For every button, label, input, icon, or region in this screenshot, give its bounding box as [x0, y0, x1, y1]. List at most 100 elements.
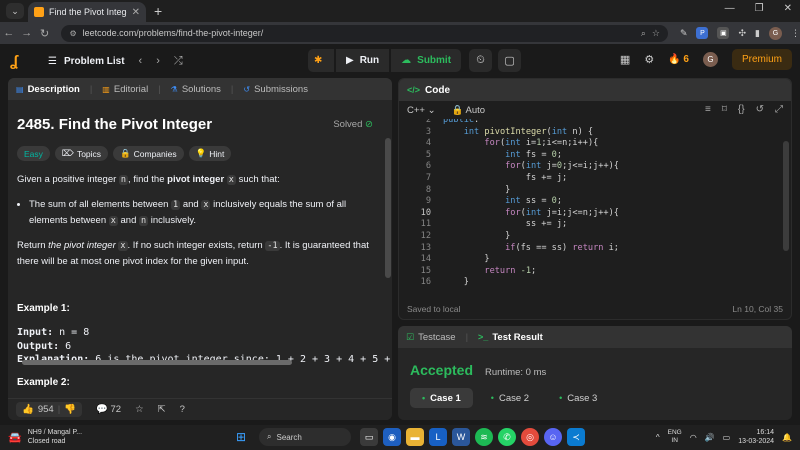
- code-line[interactable]: 12 }: [399, 231, 791, 243]
- chrome-icon[interactable]: ◎: [521, 428, 539, 446]
- code-line[interactable]: 3 int pivotInteger(int n) {: [399, 127, 791, 139]
- extensions-puzzle-icon[interactable]: ✣: [738, 28, 746, 39]
- format-icon[interactable]: ≡: [705, 104, 711, 115]
- task-view-icon[interactable]: ▭: [360, 428, 378, 446]
- file-explorer-icon[interactable]: ▬: [406, 428, 424, 446]
- case-tab-3[interactable]: • Case 3: [547, 388, 609, 408]
- layout-icon[interactable]: ▦: [620, 53, 630, 66]
- favorite-star-icon[interactable]: ☆: [135, 404, 144, 415]
- code-line[interactable]: 15 return -1;: [399, 266, 791, 278]
- thumbs-down-icon[interactable]: 👎: [64, 404, 76, 415]
- leetcode-logo-icon[interactable]: ʆ: [10, 53, 26, 70]
- address-bar[interactable]: ⚙ leetcode.com/problems/find-the-pivot-i…: [61, 24, 668, 42]
- timer-icon[interactable]: ⏲: [469, 49, 493, 72]
- notes-icon[interactable]: ▢: [498, 49, 522, 72]
- zoom-search-icon[interactable]: ⌕: [641, 28, 646, 39]
- back-icon[interactable]: ←: [0, 27, 18, 39]
- comments-button[interactable]: 💬 72: [96, 404, 121, 415]
- hint-tag[interactable]: 💡 Hint: [188, 146, 232, 161]
- profile-avatar[interactable]: G: [768, 26, 782, 40]
- tab-search-icon[interactable]: ⌄: [6, 3, 24, 19]
- topics-tag[interactable]: ⌦ Topics: [54, 146, 109, 161]
- autocomplete-toggle[interactable]: 🔒 Auto: [452, 105, 486, 116]
- code-line[interactable]: 13 if(fs == ss) return i;: [399, 243, 791, 255]
- code-line[interactable]: 4 for(int i=1;i<=n;i++){: [399, 138, 791, 150]
- code-line[interactable]: 14 }: [399, 254, 791, 266]
- scrollbar-thumb[interactable]: [22, 360, 292, 365]
- case-tab-1[interactable]: • Case 1: [410, 388, 473, 408]
- volume-icon[interactable]: 🔊: [705, 433, 715, 442]
- debug-button[interactable]: ✱: [308, 49, 334, 72]
- companies-tag[interactable]: 🔒 Companies: [113, 146, 184, 161]
- bookmark-star-icon[interactable]: ☆: [652, 28, 660, 39]
- app-l-icon[interactable]: L: [429, 428, 447, 446]
- vscode-icon[interactable]: ≺: [567, 428, 585, 446]
- browser-menu-icon[interactable]: ⋮: [791, 28, 800, 39]
- code-line[interactable]: 5 int fs = 0;: [399, 150, 791, 162]
- tab-test-result[interactable]: >_ Test Result: [478, 332, 543, 343]
- tab-submissions[interactable]: ↺ Submissions: [243, 84, 308, 95]
- braces-icon[interactable]: {}: [738, 104, 745, 115]
- settings-gear-icon[interactable]: ⚙: [644, 53, 654, 66]
- taskbar-search[interactable]: ⌕ Search: [259, 428, 351, 446]
- case-tab-2[interactable]: • Case 2: [479, 388, 541, 408]
- user-avatar[interactable]: G: [702, 52, 718, 67]
- close-tab-icon[interactable]: ✕: [132, 7, 140, 18]
- help-icon[interactable]: ?: [180, 404, 185, 415]
- discord-icon[interactable]: ☺: [544, 428, 562, 446]
- code-line[interactable]: 7 fs += j;: [399, 173, 791, 185]
- news-widget[interactable]: 🚘 NH9 / Mangal P... Closed road: [8, 428, 82, 446]
- code-line[interactable]: 10 for(int j=i;j<=n;j++){: [399, 208, 791, 220]
- tab-solutions[interactable]: ⚗ Solutions: [171, 84, 221, 95]
- code-line[interactable]: 2 public:: [399, 119, 791, 127]
- windows-start-icon[interactable]: ⊞: [232, 428, 250, 446]
- code-line[interactable]: 8 }: [399, 185, 791, 197]
- reload-icon[interactable]: ↻: [36, 27, 54, 40]
- forward-icon[interactable]: →: [18, 27, 36, 39]
- notification-bell-icon[interactable]: 🔔: [782, 433, 792, 442]
- sidebar-icon[interactable]: ▮: [755, 28, 760, 39]
- extension-pen-icon[interactable]: ✎: [680, 28, 688, 39]
- premium-button[interactable]: Premium: [731, 49, 792, 70]
- run-button[interactable]: ▶ Run: [336, 49, 390, 72]
- like-button[interactable]: 👍 954 | 👎: [16, 402, 83, 417]
- new-tab-icon[interactable]: +: [154, 3, 162, 19]
- share-icon[interactable]: ⇱: [158, 404, 166, 415]
- submit-button[interactable]: ☁ Submit: [391, 49, 462, 72]
- code-line[interactable]: 11 ss += j;: [399, 219, 791, 231]
- reset-icon[interactable]: ↺: [756, 104, 764, 115]
- whatsapp-icon[interactable]: ✆: [498, 428, 516, 446]
- extension-blue-icon[interactable]: P: [696, 27, 709, 39]
- tray-chevron-icon[interactable]: ^: [656, 433, 660, 442]
- bookmark-icon[interactable]: ⌑: [722, 104, 727, 115]
- battery-icon[interactable]: ▭: [723, 433, 731, 442]
- spotify-icon[interactable]: ≋: [475, 428, 493, 446]
- streak-counter[interactable]: 🔥 6: [668, 54, 689, 65]
- random-problem-icon[interactable]: ⤮: [174, 55, 183, 68]
- maximize-icon[interactable]: ❐: [755, 3, 764, 14]
- prev-problem-icon[interactable]: ‹: [139, 55, 143, 67]
- clock[interactable]: 16:14 13-03-2024: [738, 428, 774, 446]
- wifi-icon[interactable]: ◠: [690, 433, 697, 442]
- problem-list-button[interactable]: ☰ Problem List: [48, 56, 125, 67]
- code-line[interactable]: 16 }: [399, 277, 791, 289]
- close-window-icon[interactable]: ✕: [784, 3, 792, 14]
- language-select[interactable]: C++ ⌄: [407, 105, 436, 116]
- language-indicator[interactable]: ENG IN: [668, 429, 682, 445]
- fullscreen-icon[interactable]: ⤢: [775, 104, 783, 115]
- word-icon[interactable]: W: [452, 428, 470, 446]
- extension-grey-icon[interactable]: ▣: [717, 27, 730, 39]
- next-problem-icon[interactable]: ›: [156, 55, 160, 67]
- code-line[interactable]: 9 int ss = 0;: [399, 196, 791, 208]
- horizontal-scrollbar[interactable]: [16, 358, 376, 366]
- tab-description[interactable]: ▤ Description: [16, 84, 80, 95]
- editor-scrollbar[interactable]: [783, 141, 789, 251]
- vertical-scrollbar[interactable]: [385, 138, 391, 278]
- browser-tab-active[interactable]: Find the Pivot Integer - LeetCo ✕: [28, 2, 146, 22]
- teams-icon[interactable]: ◉: [383, 428, 401, 446]
- code-editor[interactable]: 2 public: 3 int pivotInteger(int n) {4 for…: [399, 119, 791, 299]
- minimize-icon[interactable]: —: [725, 3, 735, 14]
- tab-testcase[interactable]: ☑ Testcase: [406, 332, 456, 343]
- tab-editorial[interactable]: ▥ Editorial: [102, 84, 148, 95]
- site-info-icon[interactable]: ⚙: [69, 29, 76, 38]
